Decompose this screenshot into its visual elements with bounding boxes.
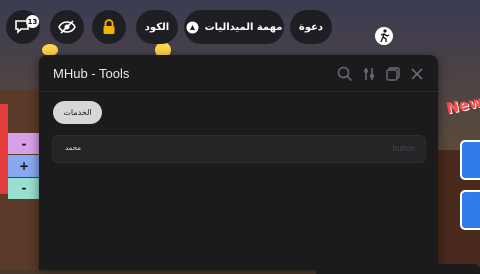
tab-services[interactable]: الخدمات (53, 101, 102, 124)
top-bar: 13 الكود مهمة الميداليات دعوة (0, 0, 480, 54)
code-label: الكود (144, 21, 170, 33)
window-title: MHub - Tools (53, 66, 130, 81)
grid-button-minus[interactable]: - (8, 133, 40, 155)
side-button-1[interactable] (460, 140, 480, 180)
grid-button-plus[interactable]: + (8, 155, 40, 177)
invite-button[interactable]: دعوة (290, 10, 332, 44)
grid-button-minus-2[interactable]: - (8, 177, 40, 199)
red-block (0, 104, 8, 194)
game-control-grid: - + - (8, 133, 40, 199)
bottom-panel-edge (316, 264, 480, 274)
row-label: محمد (65, 144, 81, 152)
settings-button[interactable] (359, 64, 379, 84)
close-button[interactable] (407, 64, 427, 84)
lock-icon (103, 19, 115, 34)
button-row[interactable]: محمد button (52, 135, 426, 163)
eye-off-icon (58, 20, 76, 34)
copy-icon (386, 67, 400, 81)
emote-button[interactable] (372, 24, 396, 48)
side-button-2[interactable] (460, 190, 480, 230)
invite-label: دعوة (298, 21, 324, 33)
medals-mission-button[interactable]: مهمة الميداليات (184, 10, 284, 44)
tools-window: MHub - Tools الخدمات محمد button (39, 55, 438, 270)
close-icon (411, 68, 423, 80)
search-button[interactable] (335, 64, 355, 84)
person-run-icon (375, 27, 393, 45)
minimize-button[interactable] (383, 64, 403, 84)
lock-button[interactable] (92, 10, 126, 44)
search-icon (337, 66, 353, 82)
hide-ui-button[interactable] (50, 10, 84, 44)
chat-badge: 13 (26, 15, 39, 28)
code-button[interactable]: الكود (136, 10, 178, 44)
sliders-icon (364, 68, 374, 80)
medal-icon (186, 21, 199, 33)
medals-label: مهمة الميداليات (204, 21, 283, 33)
title-divider (39, 91, 438, 92)
row-hint: button (392, 144, 415, 153)
